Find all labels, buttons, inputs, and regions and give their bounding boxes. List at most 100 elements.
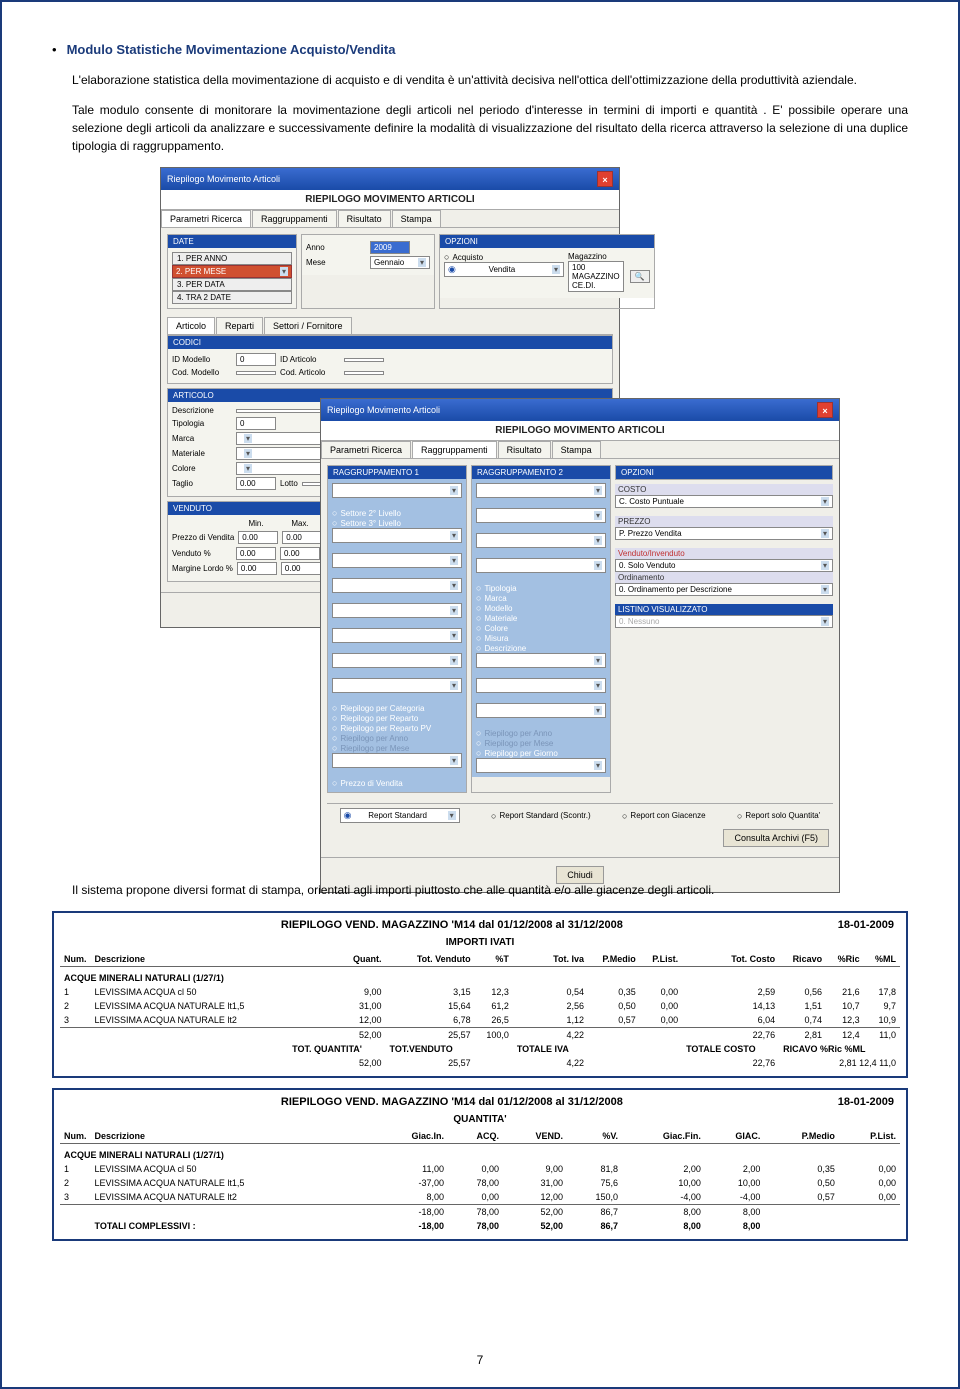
tip-input[interactable]: 0 [236, 417, 276, 430]
rag2-nessuno[interactable]: Nessuno [476, 483, 606, 498]
col-desc: Descrizione [91, 1129, 376, 1144]
rag1-materiale[interactable]: Materiale [332, 603, 462, 618]
rag1-colore[interactable]: Colore [332, 628, 462, 643]
prezzo-select[interactable]: P. Prezzo Vendita [615, 527, 833, 540]
rag1-set1[interactable]: Settore 1° Livello [332, 483, 462, 498]
tab-risultato[interactable]: Risultato [338, 210, 391, 227]
date-group-header: DATE [168, 235, 296, 248]
lv-select: 0. Nessuno [615, 615, 833, 628]
rag1-set3[interactable]: Settore 3° Livello [332, 518, 401, 528]
rag1-desc[interactable]: Descrizione [332, 678, 462, 693]
tab-stampa[interactable]: Stampa [552, 441, 601, 458]
rag1-reppv[interactable]: Riepilogo per Reparto PV [332, 723, 431, 733]
close-icon[interactable]: × [597, 171, 613, 187]
vendita-radio[interactable]: Vendita [444, 262, 564, 277]
group-label: ACQUE MINERALI NATURALI (1/27/1) [60, 1144, 900, 1163]
rag2-tip[interactable]: Tipologia [476, 583, 517, 593]
tab-risultato[interactable]: Risultato [498, 441, 551, 458]
rag1-set2[interactable]: Settore 2° Livello [332, 508, 401, 518]
mese-select[interactable]: Gennaio [370, 256, 430, 269]
rag2-giorno[interactable]: Riepilogo per Giorno [476, 748, 558, 758]
prezzo-min[interactable]: 0.00 [238, 531, 278, 544]
marg-max[interactable]: 0.00 [281, 562, 321, 575]
rag2-colore[interactable]: Colore [476, 623, 508, 633]
codici-header: CODICI [168, 336, 612, 349]
subtab-settori[interactable]: Settori / Fornitore [264, 317, 352, 334]
anno-input[interactable]: 2009 [370, 241, 410, 254]
ord-label: Ordinamento [615, 572, 833, 583]
rag2-set2[interactable]: Settore 2° Livello [476, 533, 606, 548]
rag2-rep[interactable]: Riepilogo per Reparto [476, 678, 606, 693]
col-ric: Ricavo [779, 952, 826, 967]
ord-select[interactable]: 0. Ordinamento per Descrizione [615, 583, 833, 596]
min-label: Min. [236, 519, 276, 528]
codart-input[interactable] [344, 371, 384, 375]
idart-input[interactable] [344, 358, 384, 362]
rag2-marca[interactable]: Marca [476, 593, 507, 603]
vend-max[interactable]: 0.00 [280, 547, 320, 560]
vendpct-label: Venduto % [172, 549, 232, 558]
date-per-data-button[interactable]: 3. PER DATA [172, 278, 292, 291]
report-scontr-radio[interactable]: Report Standard (Scontr.) [491, 811, 591, 821]
col-totv: Tot. Venduto [386, 952, 475, 967]
date-per-anno-button[interactable]: 1. PER ANNO [172, 252, 292, 265]
close-icon[interactable]: × [817, 402, 833, 418]
tab-raggruppamenti[interactable]: Raggruppamenti [412, 441, 497, 458]
report-quantita: RIEPILOGO VEND. MAGAZZINO 'M14 dal 01/12… [52, 1088, 908, 1241]
section-title: Modulo Statistiche Movimentazione Acquis… [67, 42, 396, 57]
rag1-misura[interactable]: Misura [332, 653, 462, 668]
magazzino-input[interactable]: 100 MAGAZZINO CE.DI. [568, 261, 624, 292]
date-per-mese-button[interactable]: 2. PER MESE [172, 265, 292, 278]
date-tra-2-date-button[interactable]: 4. TRA 2 DATE [172, 291, 292, 304]
tab-parametri[interactable]: Parametri Ricerca [161, 210, 251, 227]
rag1-modello[interactable]: Modello [332, 578, 462, 593]
rag2-anno: Riepilogo per Anno [476, 728, 552, 738]
rag2-desc[interactable]: Descrizione [476, 643, 526, 653]
rag2-modello[interactable]: Modello [476, 603, 512, 613]
report-quantita-radio[interactable]: Report solo Quantita' [737, 811, 820, 821]
rag2-prezzo[interactable]: Prezzo di Vendita [476, 758, 606, 773]
rag1-tip[interactable]: Tipologia [332, 528, 462, 543]
subtab-reparti[interactable]: Reparti [216, 317, 263, 334]
vi-select[interactable]: 0. Solo Venduto [615, 559, 833, 572]
rag2-mese: Riepilogo per Mese [476, 738, 553, 748]
rag1-prezzo[interactable]: Prezzo di Vendita [332, 778, 403, 788]
rag1-giorno[interactable]: Riepilogo per Giorno [332, 753, 462, 768]
page-number: 7 [2, 1353, 958, 1367]
costo-select[interactable]: C. Costo Puntuale [615, 495, 833, 508]
report-standard-radio[interactable]: Report Standard [340, 808, 460, 823]
rag1-marca[interactable]: Marca [332, 553, 462, 568]
col-gf: Giac.Fin. [622, 1129, 705, 1144]
colore-label: Colore [172, 464, 232, 473]
rag2-materiale[interactable]: Materiale [476, 613, 517, 623]
grandtotal-row: TOTALI COMPLESSIVI :-18,0078,0052,0086,7… [60, 1219, 900, 1233]
tab-stampa[interactable]: Stampa [392, 210, 441, 227]
taglio-input[interactable]: 0.00 [236, 477, 276, 490]
report2-table: Num. Descrizione Giac.In. ACQ. VEND. %V.… [60, 1129, 900, 1233]
prezzo-max[interactable]: 0.00 [282, 531, 322, 544]
banner-title: RIEPILOGO MOVIMENTO ARTICOLI [161, 190, 619, 210]
magazzino-label: Magazzino [568, 252, 650, 261]
idmod-input[interactable]: 0 [236, 353, 276, 366]
rag2-misura[interactable]: Misura [476, 633, 508, 643]
tab-raggruppamenti[interactable]: Raggruppamenti [252, 210, 337, 227]
consulta-button[interactable]: Consulta Archivi (F5) [723, 829, 829, 847]
acquisto-radio[interactable]: Acquisto [444, 252, 483, 262]
marg-min[interactable]: 0.00 [237, 562, 277, 575]
rag2-reppv[interactable]: Riepilogo per Reparto PV [476, 703, 606, 718]
subtab-articolo[interactable]: Articolo [167, 317, 215, 334]
table-row: 3LEVISSIMA ACQUA NATURALE lt212,006,7826… [60, 1013, 900, 1028]
rag1-rep[interactable]: Riepilogo per Reparto [332, 713, 418, 723]
table-row: 2LEVISSIMA ACQUA NATURALE lt1,5-37,0078,… [60, 1176, 900, 1190]
report-giacenze-radio[interactable]: Report con Giacenze [622, 811, 706, 821]
rag2-set3[interactable]: Settore 3° Livello [476, 558, 606, 573]
window-raggruppamenti: Riepilogo Movimento Articoli × RIEPILOGO… [320, 398, 840, 893]
rag2-set1[interactable]: Settore 1° Livello [476, 508, 606, 523]
vend-min[interactable]: 0.00 [236, 547, 276, 560]
magazzino-lookup-button[interactable]: 🔍 [630, 270, 650, 283]
idmod-label: ID Modello [172, 355, 232, 364]
tab-parametri[interactable]: Parametri Ricerca [321, 441, 411, 458]
rag2-cat[interactable]: Riepilogo per Categoria [476, 653, 606, 668]
rag1-cat[interactable]: Riepilogo per Categoria [332, 703, 425, 713]
codmod-input[interactable] [236, 371, 276, 375]
